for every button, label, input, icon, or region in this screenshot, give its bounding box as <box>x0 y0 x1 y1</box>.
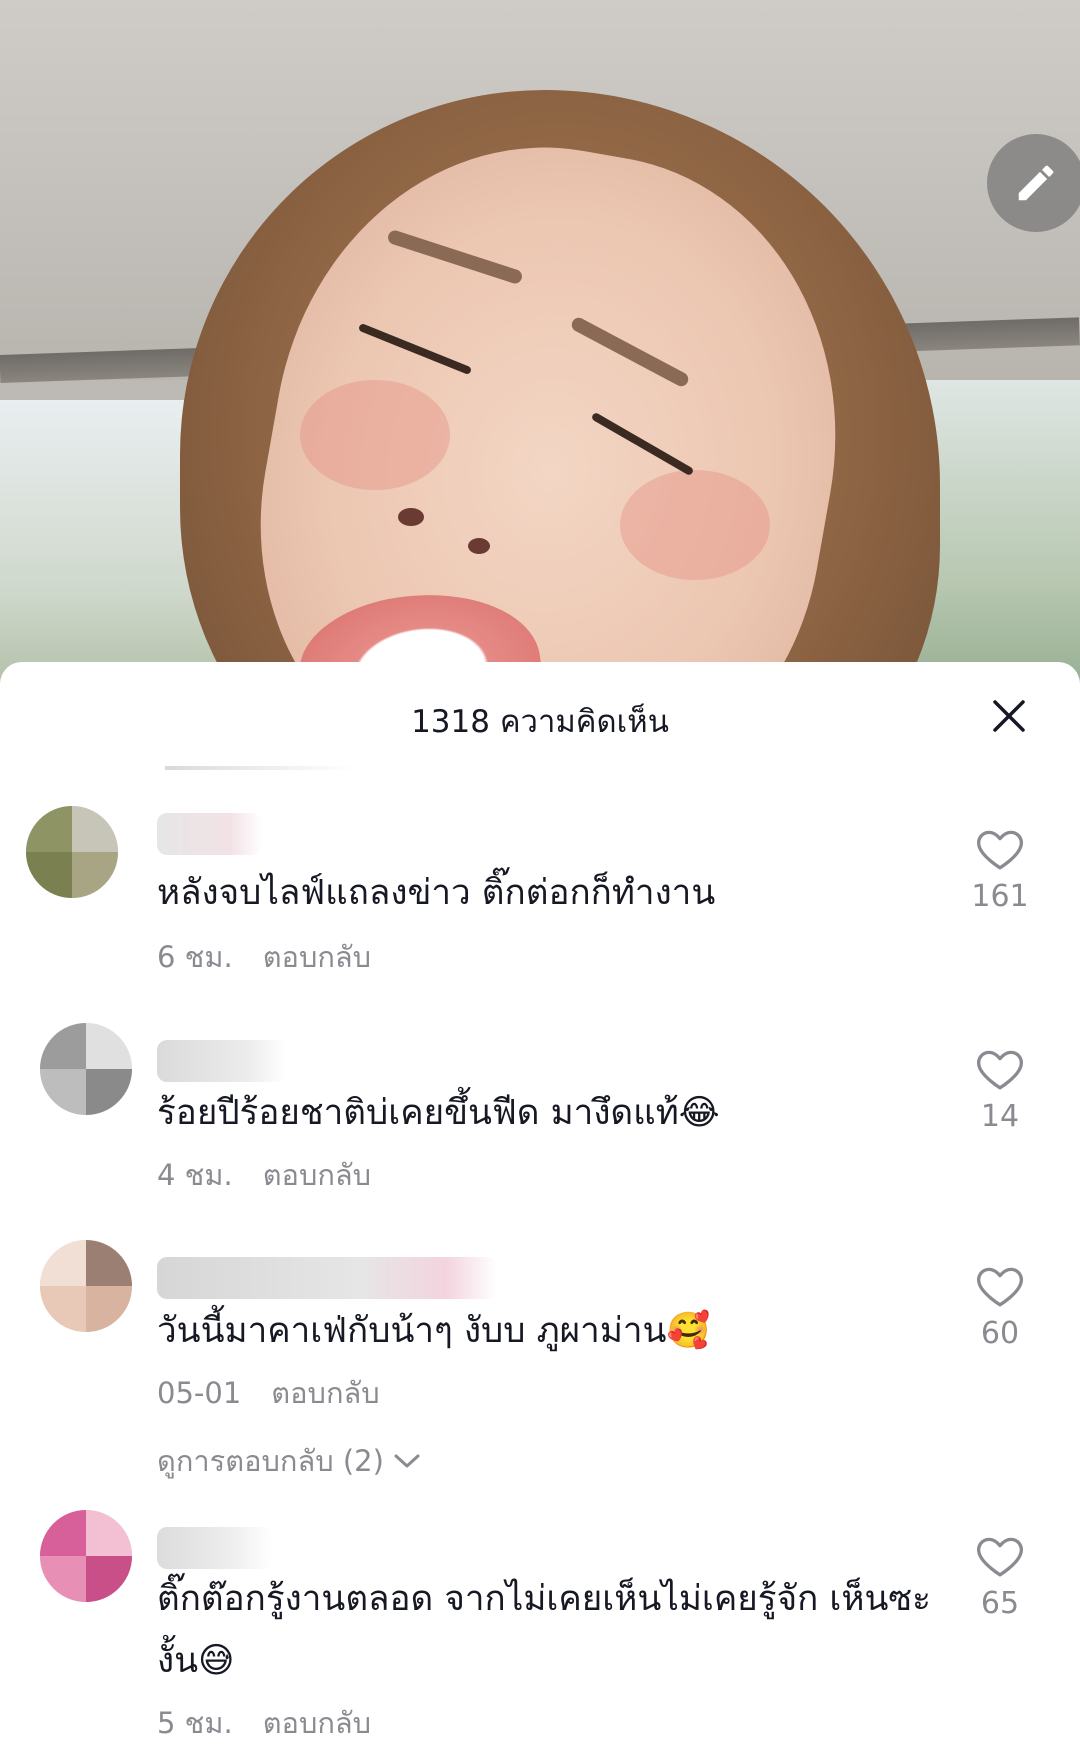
heart-outline-icon <box>977 1537 1023 1577</box>
edit-button[interactable] <box>987 134 1080 232</box>
like-count: 65 <box>980 1586 1020 1621</box>
like-button[interactable]: 65 <box>960 1532 1040 1621</box>
avatar[interactable] <box>40 1240 132 1332</box>
username-redacted[interactable] <box>157 813 262 855</box>
reply-button[interactable]: ตอบกลับ <box>263 1706 371 1740</box>
username-redacted[interactable] <box>157 1040 287 1082</box>
video-background <box>0 0 1080 700</box>
avatar[interactable] <box>40 1023 132 1115</box>
comment-time: 6 ชม. <box>157 940 233 974</box>
reply-button[interactable]: ตอบกลับ <box>263 940 371 974</box>
reply-button[interactable]: ตอบกลับ <box>271 1376 379 1410</box>
username-redacted[interactable] <box>157 1527 272 1569</box>
comment-meta: 5 ชม. ตอบกลับ <box>157 1700 371 1746</box>
view-replies-button[interactable]: ดูการตอบกลับ (2) <box>157 1438 422 1484</box>
pen-icon <box>1018 165 1054 201</box>
comment-text: วันนี้มาคาเฟ่กับน้าๆ งับบ ภูผาม่าน🥰 <box>157 1311 711 1351</box>
like-button[interactable]: 161 <box>960 825 1040 914</box>
chevron-down-icon <box>394 1454 420 1468</box>
reply-button[interactable]: ตอบกลับ <box>263 1158 371 1192</box>
like-button[interactable]: 14 <box>960 1045 1040 1134</box>
close-icon <box>993 700 1025 732</box>
scroll-edge-hint <box>165 766 405 770</box>
like-button[interactable]: 60 <box>960 1262 1040 1351</box>
username-redacted[interactable] <box>157 1257 497 1299</box>
comment-meta: 6 ชม. ตอบกลับ <box>157 934 371 980</box>
comment-text: หลังจบไลฟ์แถลงข่าว ติ๊กต่อกก็ทำงาน <box>157 873 716 913</box>
avatar[interactable] <box>26 806 118 898</box>
cheek-blush <box>620 470 770 580</box>
heart-outline-icon <box>977 1267 1023 1307</box>
cheek-blush <box>300 380 450 490</box>
comment-time: 4 ชม. <box>157 1158 233 1192</box>
comment-meta: 4 ชม. ตอบกลับ <box>157 1152 371 1198</box>
close-button[interactable] <box>985 692 1033 740</box>
like-count: 161 <box>971 879 1029 914</box>
comment-time: 05-01 <box>157 1376 242 1410</box>
like-count: 14 <box>980 1099 1020 1134</box>
comment-meta: 05-01 ตอบกลับ <box>157 1370 380 1416</box>
heart-outline-icon <box>977 1050 1023 1090</box>
sheet-header: 1318 ความคิดเห็น <box>0 662 1080 770</box>
comment-text: ร้อยปีร้อยชาติบ่เคยขึ้นฟีด มางึดแท้😂 <box>157 1093 720 1133</box>
avatar[interactable] <box>40 1510 132 1602</box>
view-replies-label: ดูการตอบกลับ (2) <box>157 1444 384 1478</box>
nostril <box>468 538 490 554</box>
comment-count-title: 1318 ความคิดเห็น <box>411 704 669 740</box>
comment-time: 5 ชม. <box>157 1706 233 1740</box>
comment-text: ติ๊กต๊อกรู้งานตลอด จากไม่เคยเห็นไม่เคยรู… <box>157 1579 931 1681</box>
like-count: 60 <box>980 1316 1020 1351</box>
nostril <box>398 508 424 526</box>
heart-outline-icon <box>977 830 1023 870</box>
